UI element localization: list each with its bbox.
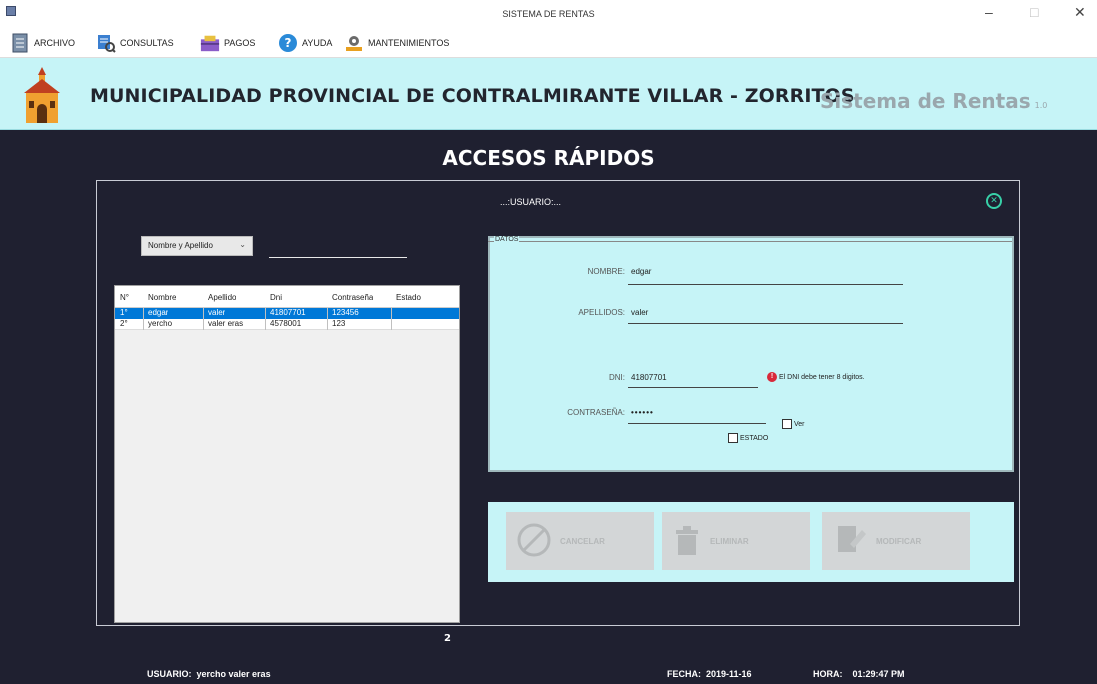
table-row[interactable]: 1° edgar valer 41807701 123456 [115,308,459,319]
svg-text:?: ? [285,36,292,50]
minimize-button[interactable]: – [985,4,993,20]
menu-bar: ARCHIVO CONSULTAS PAGOS ? AYUDA MANTENIM… [0,28,1097,58]
delete-label: ELIMINAR [710,536,749,546]
actions-bar: CANCELAR ELIMINAR MODIFICAR [488,502,1014,582]
table-cell: edgar [148,308,169,317]
column-divider [265,308,266,330]
password-field[interactable]: •••••• [631,408,654,417]
table-cell: 1° [120,308,128,317]
ver-label: Ver [794,420,805,428]
dni-warning: ! El DNI debe tener 8 digitos. [767,372,865,382]
menu-consultas[interactable]: CONSULTAS [96,31,174,55]
users-table: N° Nombre Apellido Dni Contraseña Estado… [114,285,460,623]
table-cell: yercho [148,319,173,328]
chevron-down-icon: ⌄ [239,240,246,249]
trash-icon [672,522,702,560]
cancel-icon [516,522,552,560]
filter-select[interactable]: Nombre y Apellido ⌄ [141,236,253,256]
table-cell [393,308,396,319]
error-icon: ! [767,372,777,382]
status-time-label: HORA: [813,669,843,679]
apellidos-label: APELLIDOS: [578,308,625,317]
window-title: SISTEMA DE RENTAS [502,9,595,19]
modify-label: MODIFICAR [876,536,922,546]
table-cell: 4578001 [270,319,302,328]
table-header: N° Nombre Apellido Dni Contraseña Estado [115,286,459,308]
close-window-button[interactable]: ✕ [1074,4,1086,21]
filter-selected: Nombre y Apellido [148,241,213,250]
column-divider [327,308,328,330]
menu-label: AYUDA [302,38,333,48]
menu-label: PAGOS [224,38,256,48]
menu-mantenimientos[interactable]: MANTENIMIENTOS [344,31,449,55]
table-row[interactable]: 2° yercho valer eras 4578001 123 [115,319,459,330]
column-divider [143,308,144,330]
menu-pagos[interactable]: PAGOS [200,31,255,55]
column-divider [391,308,392,330]
search-input[interactable] [269,236,407,258]
menu-archivo[interactable]: ARCHIVO [10,31,75,55]
maintenance-icon [344,33,364,53]
status-user-value: yercho valer eras [196,669,271,679]
payments-icon [200,33,220,53]
menu-label: MANTENIMIENTOS [368,38,450,48]
app-header: MUNICIPALIDAD PROVINCIAL DE CONTRALMIRAN… [0,58,1097,130]
church-logo-icon [18,63,66,128]
status-date-value: 2019-11-16 [706,669,752,679]
apellidos-underline [628,323,903,324]
modify-button[interactable]: MODIFICAR [822,512,970,570]
page-title: ACCESOS RÁPIDOS [442,146,655,170]
nombre-underline [628,284,903,285]
password-underline [628,423,766,424]
help-icon: ? [278,33,298,53]
estado-checkbox[interactable]: ESTADO [728,433,768,443]
file-icon [10,33,30,53]
cancel-button[interactable]: CANCELAR [506,512,654,570]
consult-icon [96,33,116,53]
legend-line [512,241,1012,242]
system-title: Sistema de Rentas 1.0 [820,89,1047,113]
estado-label: ESTADO [740,434,769,442]
delete-button[interactable]: ELIMINAR [662,512,810,570]
status-user: USUARIO: yercho valer eras [147,669,271,679]
row-count: 2 [444,633,451,644]
nombre-field[interactable]: edgar [631,267,651,276]
table-cell: 41807701 [270,308,306,317]
table-cell: valer [208,308,226,317]
password-label: CONTRASEÑA: [567,408,625,417]
table-cell [393,319,396,329]
dni-underline [628,387,758,388]
status-date: FECHA: 2019-11-16 [667,669,752,679]
form-legend: DATOS [494,236,520,243]
menu-label: CONSULTAS [120,38,174,48]
panel-heading: ...:USUARIO:... [500,197,562,207]
cancel-label: CANCELAR [560,536,605,546]
system-version: 1.0 [1034,101,1048,110]
status-date-label: FECHA: [667,669,701,679]
dni-label: DNI: [609,373,625,382]
checkbox-box[interactable] [728,433,738,443]
table-cell: 2° [120,319,128,328]
menu-label: ARCHIVO [34,38,76,48]
checkbox-box[interactable] [782,419,792,429]
system-name: Sistema de Rentas [820,89,1031,113]
apellidos-field[interactable]: valer [631,308,648,317]
modify-icon [832,522,868,560]
status-user-label: USUARIO: [147,669,192,679]
table-cell: 123 [332,319,346,328]
dni-field[interactable]: 41807701 [631,373,667,382]
status-time: HORA: 01:29:47 PM [813,669,905,679]
window-title-bar: SISTEMA DE RENTAS – □ ✕ [0,0,1097,28]
menu-ayuda[interactable]: ? AYUDA [278,31,332,55]
maximize-button[interactable]: □ [1030,4,1038,20]
show-password-checkbox[interactable]: Ver [782,419,805,429]
status-time-value: 01:29:47 PM [852,669,905,679]
organization-title: MUNICIPALIDAD PROVINCIAL DE CONTRALMIRAN… [90,85,855,107]
close-panel-icon[interactable]: ✕ [986,193,1002,209]
table-cell: 123456 [332,308,359,317]
table-cell: valer eras [208,319,244,328]
column-divider [203,308,204,330]
dni-warning-text: El DNI debe tener 8 digitos. [779,373,865,381]
nombre-label: NOMBRE: [587,267,625,276]
